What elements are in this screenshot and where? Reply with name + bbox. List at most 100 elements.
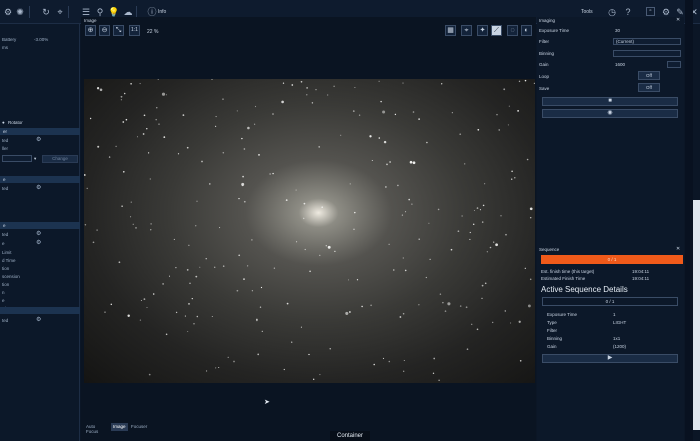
- live-view-button[interactable]: ◉: [542, 109, 678, 118]
- star: [428, 222, 430, 224]
- active-sequence-title: Active Sequence Details: [541, 285, 628, 294]
- star: [517, 110, 519, 112]
- star: [492, 321, 494, 324]
- close-icon[interactable]: ✕: [676, 17, 680, 23]
- close-icon[interactable]: ✕: [676, 246, 680, 252]
- telescope-icon[interactable]: ⌖: [54, 6, 66, 18]
- star: [481, 297, 483, 300]
- device-dropdown[interactable]: [2, 155, 32, 162]
- stretch-icon[interactable]: ⟋: [491, 25, 502, 36]
- zoom-fit-icon[interactable]: ⤡: [113, 25, 124, 36]
- status-row: e: [2, 298, 5, 303]
- gain-dropdown[interactable]: [667, 61, 681, 68]
- captured-image[interactable]: [83, 78, 535, 383]
- zoom-in-icon[interactable]: ⊕: [85, 25, 96, 36]
- grid-icon[interactable]: ▦: [445, 25, 456, 36]
- tab-rotator[interactable]: Rotator: [8, 120, 23, 125]
- star: [371, 159, 373, 162]
- star: [309, 270, 311, 273]
- star: [146, 128, 148, 130]
- est-finish-time-label: Estimated Finish Time: [541, 276, 586, 281]
- loop-toggle[interactable]: Off: [638, 71, 660, 80]
- chevron-down-icon[interactable]: ▾: [34, 156, 36, 162]
- star: [476, 328, 479, 331]
- gear-icon[interactable]: ⚙: [36, 136, 41, 143]
- star: [388, 360, 391, 363]
- star: [418, 238, 420, 241]
- rotate-icon[interactable]: ◌: [507, 25, 518, 36]
- star: [505, 233, 507, 236]
- status-row: scension: [2, 274, 20, 279]
- star: [243, 278, 245, 280]
- change-button[interactable]: Change: [42, 155, 78, 163]
- star: [136, 136, 139, 138]
- star: [308, 353, 310, 356]
- star-detect-icon[interactable]: ✦: [477, 25, 488, 36]
- window-minimize-button[interactable]: ▫: [646, 7, 655, 16]
- gear-icon[interactable]: ⚙: [2, 6, 14, 18]
- gain-input[interactable]: 1600: [615, 62, 625, 67]
- star: [130, 216, 132, 218]
- star: [352, 110, 355, 112]
- star: [89, 117, 92, 120]
- star: [441, 83, 443, 85]
- star: [459, 133, 462, 136]
- star: [439, 293, 442, 295]
- star: [327, 245, 331, 249]
- star: [269, 173, 271, 175]
- detail-value: (1200): [613, 344, 627, 349]
- save-toggle[interactable]: Off: [638, 83, 660, 92]
- tab-rotator-icon[interactable]: ●: [2, 120, 5, 125]
- flip-icon[interactable]: ◐: [521, 25, 532, 36]
- star: [500, 215, 502, 217]
- star: [196, 315, 199, 318]
- ms-label: ms: [2, 45, 8, 50]
- gear-icon[interactable]: ⚙: [36, 239, 41, 246]
- star: [527, 304, 531, 308]
- save-label: Save: [539, 86, 550, 91]
- star: [96, 87, 100, 90]
- gear-icon[interactable]: ⚙: [36, 316, 41, 323]
- star: [340, 134, 342, 136]
- binning-dropdown[interactable]: [613, 50, 681, 57]
- zoom-1-1-button[interactable]: 1:1: [129, 25, 140, 36]
- star: [389, 161, 391, 163]
- star: [313, 378, 315, 380]
- info-label[interactable]: Info: [158, 9, 166, 15]
- star: [243, 148, 246, 150]
- atom-icon[interactable]: ✺: [14, 6, 26, 18]
- star: [437, 208, 440, 211]
- tab-auto-focus[interactable]: Auto Focus: [84, 423, 100, 434]
- controller-label: ller: [2, 146, 9, 151]
- star: [469, 238, 471, 240]
- star: [272, 172, 274, 175]
- star: [96, 229, 98, 231]
- star: [139, 319, 142, 321]
- detail-label: Type: [547, 320, 557, 325]
- status-row: e: [2, 241, 5, 246]
- star: [123, 171, 125, 173]
- star: [241, 137, 243, 140]
- gear-icon[interactable]: ⚙: [36, 184, 41, 191]
- scrollbar[interactable]: [685, 0, 693, 441]
- star: [155, 118, 157, 121]
- tab-image[interactable]: Image: [111, 423, 128, 431]
- zoom-out-icon[interactable]: ⊖: [99, 25, 110, 36]
- star: [243, 200, 246, 203]
- star: [495, 243, 498, 247]
- start-capture-button[interactable]: ■: [542, 97, 678, 106]
- play-sequence-button[interactable]: ▶: [542, 354, 678, 363]
- tab-focuser[interactable]: Focuser: [129, 423, 149, 431]
- imaging-panel: Imaging ✕ Exposure Time 30 Filter (Curre…: [537, 17, 684, 249]
- star: [403, 359, 405, 362]
- star: [104, 311, 106, 313]
- refresh-icon[interactable]: ↻: [40, 6, 52, 18]
- detail-value: LIGHT: [613, 320, 627, 325]
- exposure-input[interactable]: 30: [615, 28, 620, 33]
- tools-label[interactable]: Tools: [581, 9, 593, 15]
- gear-icon[interactable]: ⚙: [36, 230, 41, 237]
- crosshair-icon[interactable]: ⌖: [461, 25, 472, 36]
- filter-dropdown[interactable]: (Current): [613, 38, 681, 45]
- star: [135, 227, 137, 229]
- star: [218, 366, 220, 369]
